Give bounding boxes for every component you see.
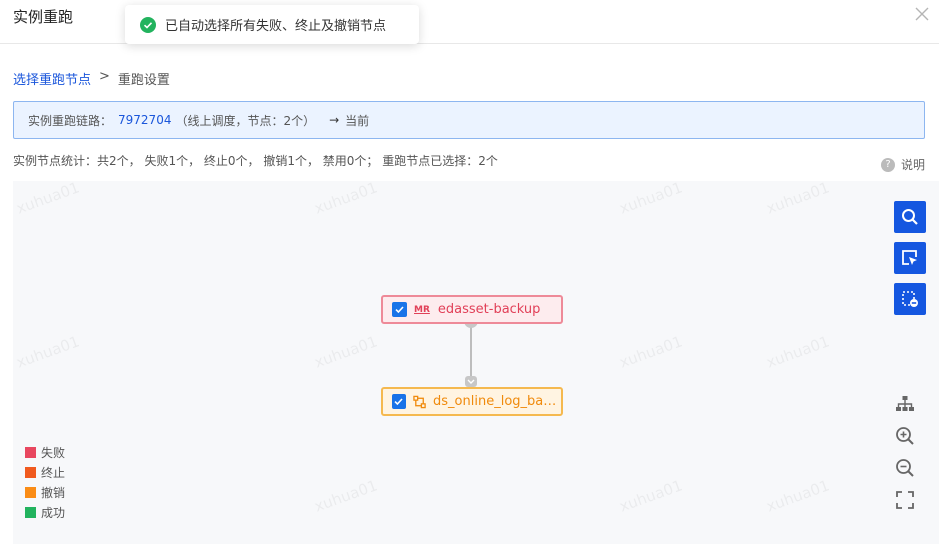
watermark: xuhua01 [763,181,832,218]
watermark: xuhua01 [311,476,380,516]
legend-label: 撤销 [41,485,66,500]
node-checkbox[interactable] [392,302,407,317]
watermark: xuhua01 [616,332,685,372]
node-checkbox[interactable] [392,394,406,409]
zoom-in-button[interactable] [893,424,917,448]
zoom-out-button[interactable] [893,456,917,480]
fit-screen-icon [896,491,914,509]
watermark: xuhua01 [763,476,832,516]
question-icon: ? [880,157,895,172]
chain-instance-id[interactable]: 7972704 [118,113,171,127]
legend-swatch [25,506,36,518]
close-icon[interactable] [913,5,931,23]
canvas-toolbar [894,201,926,315]
deselect-button[interactable] [894,283,926,315]
chain-detail: （线上调度，节点：2个） [175,113,316,128]
breadcrumb-separator: > [99,69,110,84]
legend-item-fail: 失败 [25,442,65,462]
select-pointer-icon [902,250,917,265]
help-label: 说明 [900,158,925,172]
breadcrumb: 选择重跑节点 > 重跑设置 [13,69,170,88]
dag-canvas[interactable]: xuhua01 xuhua01 xuhua01 xuhua01 xuhua01 … [13,181,939,544]
hierarchy-layout-icon [896,396,914,411]
check-circle-icon [140,16,156,33]
watermark: xuhua01 [616,476,685,516]
watermark: xuhua01 [13,181,82,218]
layout-button[interactable] [893,392,917,416]
chain-label: 实例重跑链路： [28,113,113,128]
legend-swatch [25,486,36,498]
toast-message: 已自动选择所有失败、终止及撤销节点 [165,19,387,34]
status-legend: 失败 终止 撤销 成功 [25,442,65,522]
zoom-in-icon [896,427,914,445]
watermark: xuhua01 [311,332,380,372]
legend-item-terminated: 终止 [25,462,65,482]
node-label: ds_online_log_back... [433,394,561,409]
dag-node-ds-online-log-backup[interactable]: ds_online_log_back... [381,387,563,416]
breadcrumb-select-nodes[interactable]: 选择重跑节点 [13,69,91,88]
watermark: xuhua01 [616,181,685,218]
chain-arrow: → [329,113,340,127]
search-icon [902,209,918,225]
node-label: edasset-backup [437,302,541,317]
node-stats: 实例节点统计：共2个， 失败1个， 终止0个， 撤销1个， 禁用0个； 重跑节点… [13,154,498,168]
mr-task-icon: MR [414,304,430,315]
breadcrumb-rerun-settings: 重跑设置 [117,73,170,88]
fit-screen-button[interactable] [893,488,917,512]
watermark: xuhua01 [311,181,380,218]
chain-current: 当前 [345,113,370,128]
dialog-title: 实例重跑 [13,8,74,26]
legend-label: 成功 [41,505,66,520]
legend-item-revoked: 撤销 [25,482,65,502]
search-button[interactable] [894,201,926,233]
legend-label: 失败 [41,445,66,460]
dag-edge [470,325,472,381]
select-button[interactable] [894,242,926,274]
watermark: xuhua01 [763,332,832,372]
data-sync-icon [413,395,426,408]
deselect-icon [902,291,918,307]
input-port [465,376,477,387]
legend-swatch [25,446,36,458]
zoom-out-icon [896,459,914,477]
legend-swatch [25,466,36,478]
watermark: xuhua01 [13,332,82,372]
graph-controls [893,392,917,512]
dag-node-edasset-backup[interactable]: MR edasset-backup [381,295,563,324]
rerun-chain-info: 实例重跑链路： 7972704 （线上调度，节点：2个） → 当前 [13,101,925,139]
success-toast: 已自动选择所有失败、终止及撤销节点 [125,5,419,44]
legend-item-success: 成功 [25,502,65,522]
help-link[interactable]: ? 说明 [880,156,925,173]
legend-label: 终止 [41,465,66,480]
